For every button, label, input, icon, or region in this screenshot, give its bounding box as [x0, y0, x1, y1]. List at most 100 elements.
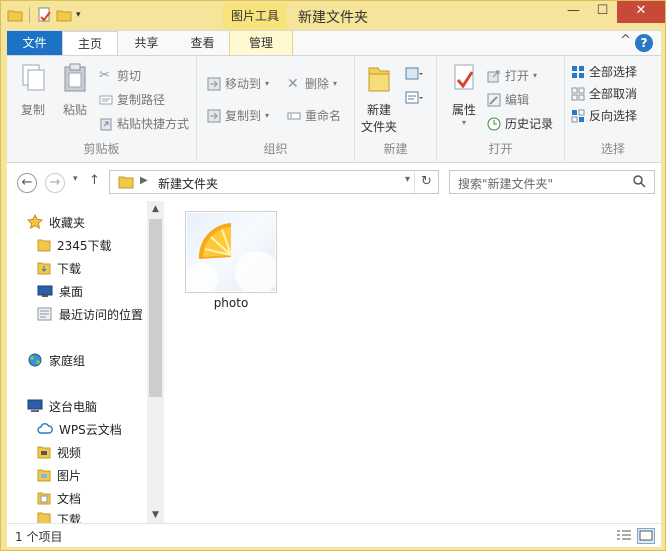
tab-share[interactable]: 共享: [119, 31, 174, 56]
downloads-folder-icon: [37, 262, 51, 275]
copy-path-button[interactable]: 复制路径: [99, 90, 165, 110]
copy-icon: [22, 64, 45, 91]
tab-home[interactable]: 主页: [62, 31, 118, 57]
select-none-icon: [571, 87, 585, 101]
new-group-label: 新建: [383, 142, 408, 156]
navigation-pane: 收藏夹 2345下载 下载 桌面 最近访问的位置 家庭组 这台电脑 WPS云文档…: [7, 201, 165, 523]
scroll-up-icon[interactable]: ▲: [147, 204, 164, 214]
nav-item-desktop[interactable]: 桌面: [37, 281, 83, 301]
nav-item-2345-downloads[interactable]: 2345下载: [37, 235, 112, 255]
scrollbar-thumb[interactable]: [149, 219, 162, 397]
paste-shortcut-button[interactable]: 粘贴快捷方式: [99, 114, 189, 134]
recent-locations-icon[interactable]: ▾: [73, 174, 78, 184]
nav-item-videos[interactable]: 视频: [37, 442, 81, 462]
nav-item-label: 视频: [57, 445, 82, 460]
nav-homegroup[interactable]: 家庭组: [27, 350, 85, 370]
rename-button[interactable]: 重命名: [287, 106, 341, 126]
copy-to-caret-icon: ▾: [265, 111, 270, 120]
forward-button[interactable]: →: [45, 173, 65, 193]
folder-icon: [37, 239, 51, 252]
nav-homegroup-label: 家庭组: [49, 353, 86, 368]
file-list: photo: [165, 201, 661, 523]
nav-item-downloads[interactable]: 下载: [37, 258, 81, 278]
new-folder-button[interactable]: 新建 文件夹: [359, 62, 399, 135]
tab-file[interactable]: 文件: [7, 31, 62, 56]
edit-button[interactable]: 编辑: [487, 90, 529, 110]
cut-button[interactable]: ✂ 剪切: [99, 66, 141, 86]
refresh-icon: ↻: [421, 174, 432, 189]
file-thumbnail[interactable]: [185, 211, 277, 293]
rename-label: 重命名: [305, 109, 342, 123]
properties-button[interactable]: 属性 ▾: [445, 62, 483, 127]
paste-button[interactable]: 粘贴: [57, 62, 93, 118]
new-group: 新建 文件夹 新建: [355, 56, 437, 163]
back-button[interactable]: ←: [17, 173, 37, 193]
edit-icon: [487, 93, 501, 107]
invert-selection-icon: [571, 109, 585, 123]
nav-this-pc-label: 这台电脑: [49, 399, 98, 414]
nav-item-pictures[interactable]: 图片: [37, 465, 81, 485]
scroll-down-icon[interactable]: ▼: [147, 510, 164, 520]
edit-label: 编辑: [505, 93, 530, 107]
nav-item-wps-cloud[interactable]: WPS云文档: [37, 419, 122, 439]
address-dropdown-icon[interactable]: ▾: [405, 174, 410, 185]
history-button[interactable]: 历史记录: [487, 114, 553, 134]
tab-manage[interactable]: 管理: [229, 31, 293, 56]
move-to-label: 移动到: [225, 77, 262, 91]
open-button[interactable]: 打开 ▾: [487, 66, 537, 86]
file-name[interactable]: photo: [185, 296, 277, 310]
move-to-caret-icon: ▾: [265, 79, 270, 88]
pictures-folder-icon: [37, 469, 51, 482]
open-caret-icon: ▾: [533, 71, 538, 80]
paste-shortcut-label: 粘贴快捷方式: [117, 117, 190, 131]
copy-button[interactable]: 复制: [15, 62, 51, 118]
new-item-icon[interactable]: [405, 66, 423, 82]
window-controls: — ☐ ✕: [559, 1, 665, 23]
nav-item-label: WPS云文档: [59, 422, 122, 437]
nav-item-label: 下载: [57, 261, 82, 276]
refresh-button[interactable]: ↻: [414, 171, 438, 193]
search-placeholder: 搜索"新建文件夹": [458, 177, 554, 191]
move-to-button[interactable]: 移动到 ▾: [207, 74, 269, 94]
large-icons-view-icon[interactable]: [637, 528, 655, 544]
ribbon-collapse-icon[interactable]: ^: [620, 33, 631, 48]
search-box[interactable]: 搜索"新建文件夹": [449, 170, 655, 194]
search-icon: [633, 175, 646, 188]
organize-group-label: 组织: [263, 142, 288, 156]
nav-item-downloads-pc[interactable]: 下载: [37, 511, 81, 523]
details-view-icon[interactable]: [615, 528, 633, 544]
nav-item-label: 最近访问的位置: [59, 307, 144, 322]
close-button[interactable]: ✕: [617, 1, 665, 23]
minimize-button[interactable]: —: [559, 1, 588, 23]
rename-icon: [287, 112, 301, 120]
select-none-button[interactable]: 全部取消: [571, 84, 637, 104]
breadcrumb-chevron-icon[interactable]: ▶: [140, 175, 148, 186]
folder-icon: [118, 176, 134, 189]
select-all-label: 全部选择: [589, 65, 638, 79]
open-icon: [487, 70, 500, 83]
nav-scrollbar[interactable]: ▲ ▼: [147, 201, 164, 523]
title-bar: ▾ 图片工具 新建文件夹 — ☐ ✕: [1, 1, 665, 31]
paste-icon: [64, 63, 86, 92]
nav-this-pc[interactable]: 这台电脑: [27, 396, 97, 416]
nav-favorites[interactable]: 收藏夹: [27, 212, 85, 232]
copy-to-button[interactable]: 复制到 ▾: [207, 106, 269, 126]
breadcrumb-current[interactable]: 新建文件夹: [158, 175, 218, 192]
properties-label: 属性: [451, 103, 476, 117]
paste-label: 粘贴: [62, 103, 87, 117]
tab-view[interactable]: 查看: [175, 31, 230, 56]
up-arrow-icon[interactable]: ↑: [89, 173, 100, 188]
select-all-button[interactable]: 全部选择: [571, 62, 637, 82]
help-icon[interactable]: ?: [635, 34, 653, 52]
nav-item-label: 下载: [57, 513, 82, 523]
easy-access-icon[interactable]: [405, 90, 423, 106]
nav-item-documents[interactable]: 文档: [37, 488, 81, 508]
back-arrow-icon: ←: [21, 175, 33, 190]
delete-button[interactable]: ✕ 删除 ▾: [287, 74, 337, 94]
properties-icon: [454, 64, 474, 90]
invert-selection-button[interactable]: 反向选择: [571, 106, 637, 126]
ribbon-tabs: 文件 主页 共享 查看 管理 ^ ?: [7, 30, 661, 57]
maximize-button[interactable]: ☐: [588, 1, 617, 23]
nav-item-recent-places[interactable]: 最近访问的位置: [37, 304, 143, 324]
address-bar[interactable]: ▶ 新建文件夹 ▾ ↻: [109, 170, 439, 194]
